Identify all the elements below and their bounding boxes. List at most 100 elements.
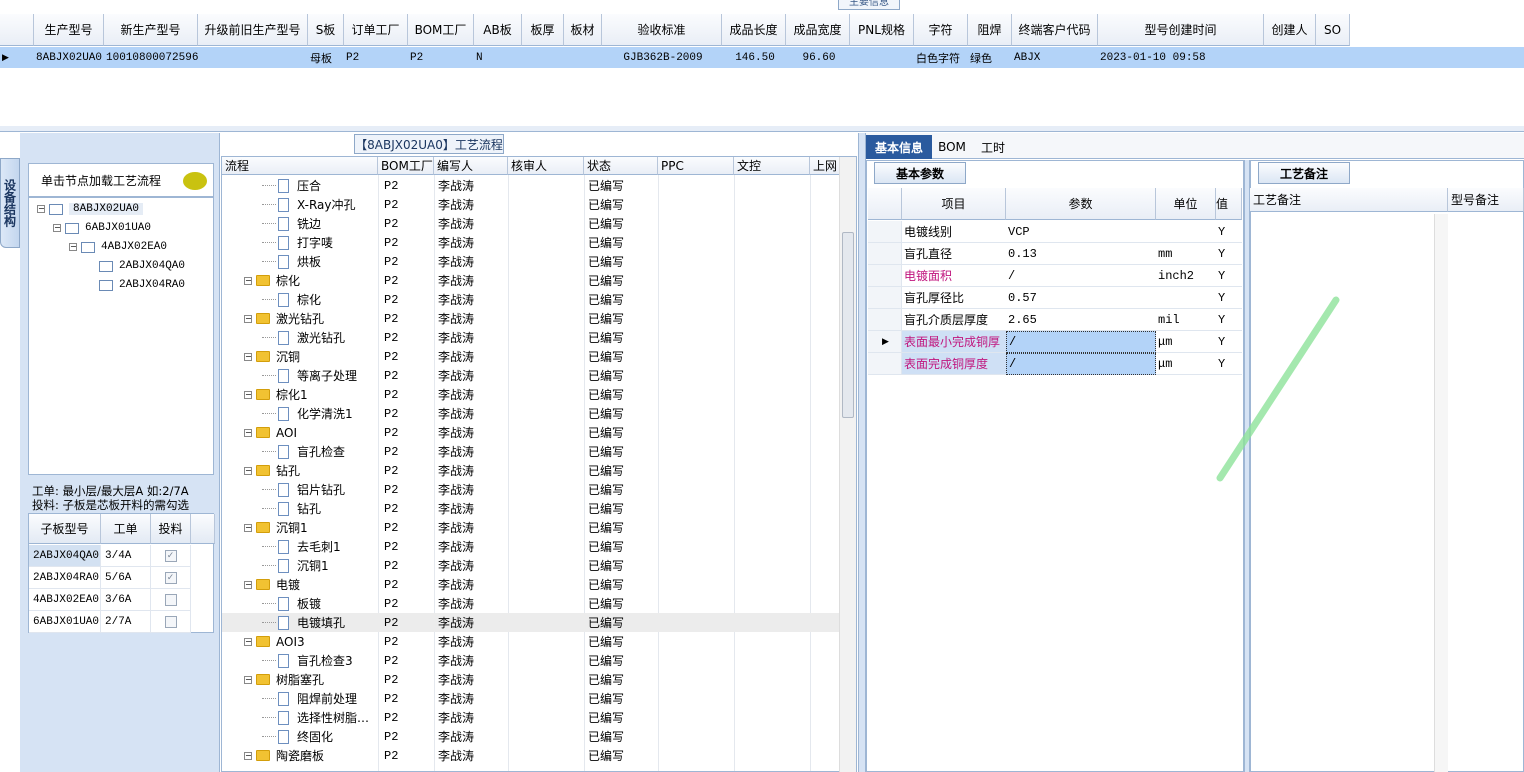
tree-collapse-icon[interactable]: − xyxy=(37,205,45,213)
main-cell[interactable]: 146.50 xyxy=(722,47,786,68)
main-cell[interactable]: P2 xyxy=(344,47,408,68)
params-row-indicator[interactable] xyxy=(868,221,902,243)
param-value[interactable]: 0.57 xyxy=(1006,287,1156,309)
flow-row[interactable]: − 电镀 P2 李战涛 已编写 xyxy=(222,575,840,594)
flow-step[interactable]: 化学清洗1 xyxy=(262,404,378,423)
subgrid-model[interactable]: 6ABJX01UA0 xyxy=(29,611,101,633)
params-col-header[interactable]: 单位 xyxy=(1156,188,1216,220)
flow-row[interactable]: 盲孔检查 P2 李战涛 已编写 xyxy=(222,442,840,461)
params-row-indicator[interactable] xyxy=(868,243,902,265)
flow-step[interactable]: 压合 xyxy=(262,176,378,195)
notes-scrollbar[interactable] xyxy=(1434,214,1448,772)
main-col-header[interactable]: AB板 xyxy=(474,14,522,46)
param-value[interactable]: / xyxy=(1006,331,1156,353)
tree-collapse-icon[interactable]: − xyxy=(244,523,252,532)
tree-collapse-icon[interactable]: − xyxy=(244,580,252,589)
tab-process-notes[interactable]: 工艺备注 xyxy=(1258,162,1350,184)
param-value[interactable]: 2.65 xyxy=(1006,309,1156,331)
subgrid-order[interactable]: 3/6A xyxy=(101,589,151,611)
subgrid-model[interactable]: 2ABJX04QA0 xyxy=(29,545,101,567)
param-unit[interactable] xyxy=(1156,221,1216,243)
param-item[interactable]: 表面最小完成铜厚 xyxy=(902,331,1006,353)
feed-checkbox[interactable] xyxy=(164,593,177,606)
main-cell[interactable] xyxy=(1264,47,1316,68)
flow-step[interactable]: 铝片钻孔 xyxy=(262,480,378,499)
param-flag[interactable]: Y xyxy=(1216,221,1242,243)
tree-node[interactable]: 2ABJX04QA0 xyxy=(87,260,185,272)
flow-row[interactable]: 板镀 P2 李战涛 已编写 xyxy=(222,594,840,613)
main-col-header[interactable]: 板厚 xyxy=(522,14,564,46)
tree-collapse-icon[interactable]: − xyxy=(53,224,61,232)
param-value[interactable]: VCP xyxy=(1006,221,1156,243)
vertical-splitter[interactable] xyxy=(858,133,866,772)
flow-step[interactable]: − 陶瓷磨板 xyxy=(244,746,378,765)
flow-row[interactable]: − 棕化 P2 李战涛 已编写 xyxy=(222,271,840,290)
subgrid-model[interactable]: 2ABJX04RA0 xyxy=(29,567,101,589)
flow-row[interactable]: X-Ray冲孔 P2 李战涛 已编写 xyxy=(222,195,840,214)
param-item[interactable]: 表面完成铜厚度 xyxy=(902,353,1006,375)
flow-scroll-thumb[interactable] xyxy=(842,232,854,418)
main-col-header[interactable]: 订单工厂 xyxy=(344,14,408,46)
flow-row[interactable]: 烘板 P2 李战涛 已编写 xyxy=(222,252,840,271)
flow-row[interactable]: 铣边 P2 李战涛 已编写 xyxy=(222,214,840,233)
params-col-header[interactable]: 项目 xyxy=(902,188,1006,220)
main-col-header[interactable]: 字符 xyxy=(914,14,968,46)
tree-collapse-icon[interactable]: − xyxy=(69,243,77,251)
tree-collapse-icon[interactable]: − xyxy=(244,466,252,475)
param-unit[interactable]: mm xyxy=(1156,243,1216,265)
main-col-header[interactable]: 阻焊 xyxy=(968,14,1012,46)
flow-step[interactable]: 盲孔检查3 xyxy=(262,651,378,670)
flow-row[interactable]: − 沉铜 P2 李战涛 已编写 xyxy=(222,347,840,366)
subgrid-feed-cell[interactable]: ✓ xyxy=(151,545,191,567)
tree-collapse-icon[interactable]: − xyxy=(244,637,252,646)
flow-col-header[interactable]: 流程 xyxy=(222,157,378,175)
flow-row[interactable]: 打字唛 P2 李战涛 已编写 xyxy=(222,233,840,252)
subgrid-order[interactable]: 5/6A xyxy=(101,567,151,589)
flow-row[interactable]: 激光钻孔 P2 李战涛 已编写 xyxy=(222,328,840,347)
params-row-indicator[interactable] xyxy=(868,265,902,287)
flow-row[interactable]: 阻焊前处理 P2 李战涛 已编写 xyxy=(222,689,840,708)
flow-row[interactable]: 钻孔 P2 李战涛 已编写 xyxy=(222,499,840,518)
feed-checkbox[interactable]: ✓ xyxy=(164,571,177,584)
flow-step[interactable]: 棕化 xyxy=(262,290,378,309)
main-cell[interactable] xyxy=(850,47,914,68)
tab-work-hours[interactable]: 工时 xyxy=(974,135,1012,159)
flow-step[interactable]: − AOI xyxy=(244,423,378,442)
flow-step[interactable]: 激光钻孔 xyxy=(262,328,378,347)
main-cell[interactable]: N xyxy=(474,47,522,68)
flow-step[interactable]: X-Ray冲孔 xyxy=(262,195,378,214)
flow-row[interactable]: 化学清洗1 P2 李战涛 已编写 xyxy=(222,404,840,423)
flow-row[interactable]: − 树脂塞孔 P2 李战涛 已编写 xyxy=(222,670,840,689)
flow-step[interactable]: 等离子处理 xyxy=(262,366,378,385)
param-flag[interactable]: Y xyxy=(1216,265,1242,287)
main-col-header[interactable]: 创建人 xyxy=(1264,14,1316,46)
structure-tree[interactable]: − 8ABJX02UA0 − 6ABJX01UA0 − 4ABJX02EA0 2ABJX04… xyxy=(28,197,214,475)
main-col-header[interactable]: BOM工厂 xyxy=(408,14,474,46)
flow-row[interactable]: 棕化 P2 李战涛 已编写 xyxy=(222,290,840,309)
feed-checkbox[interactable] xyxy=(164,615,177,628)
flow-step[interactable]: 钻孔 xyxy=(262,499,378,518)
flow-col-header[interactable]: PPC xyxy=(658,157,734,175)
flow-step[interactable]: − 沉铜1 xyxy=(244,518,378,537)
feed-checkbox[interactable]: ✓ xyxy=(164,549,177,562)
param-item[interactable]: 盲孔厚径比 xyxy=(902,287,1006,309)
tree-node[interactable]: − 4ABJX02EA0 xyxy=(69,241,167,253)
flow-step[interactable]: − 钻孔 xyxy=(244,461,378,480)
main-cell[interactable]: P2 xyxy=(408,47,474,68)
flow-step[interactable]: 阻焊前处理 xyxy=(262,689,378,708)
param-value[interactable]: / xyxy=(1006,265,1156,287)
subgrid-header[interactable]: 子板型号 xyxy=(29,514,101,544)
main-cell[interactable]: 白色字符 xyxy=(914,47,968,68)
flow-col-header[interactable]: 文控 xyxy=(734,157,810,175)
subgrid-feed-cell[interactable] xyxy=(151,611,191,633)
main-col-header[interactable]: PNL规格 xyxy=(850,14,914,46)
flow-row[interactable]: − AOI3 P2 李战涛 已编写 xyxy=(222,632,840,651)
main-col-header[interactable]: 型号创建时间 xyxy=(1098,14,1264,46)
flow-row[interactable]: 铝片钻孔 P2 李战涛 已编写 xyxy=(222,480,840,499)
main-col-header[interactable]: 成品长度 xyxy=(722,14,786,46)
flow-row[interactable]: 压合 P2 李战涛 已编写 xyxy=(222,176,840,195)
main-col-header[interactable]: S板 xyxy=(308,14,344,46)
flow-step[interactable]: 沉铜1 xyxy=(262,556,378,575)
flow-col-header[interactable]: 状态 xyxy=(584,157,658,175)
main-cell[interactable] xyxy=(198,47,308,68)
